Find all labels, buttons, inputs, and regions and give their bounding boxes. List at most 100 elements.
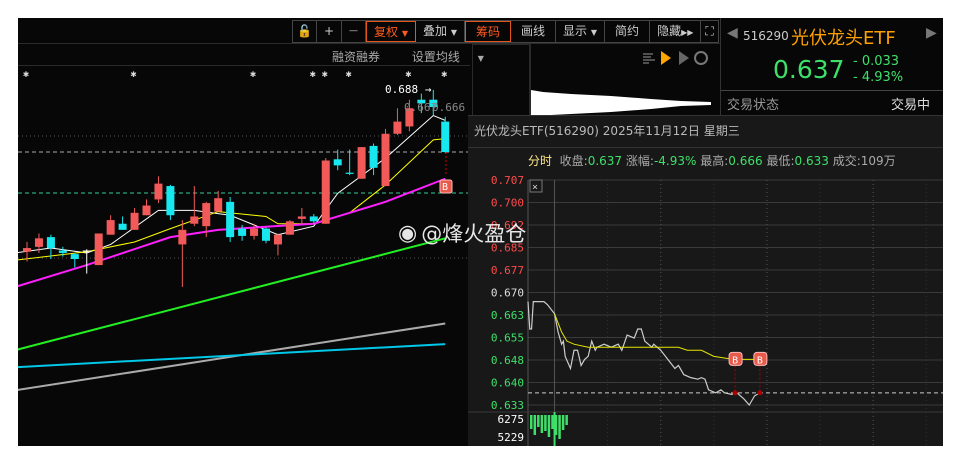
candle-body — [285, 221, 294, 235]
change-label: 涨幅: — [625, 154, 654, 168]
candle-body — [106, 220, 115, 235]
event-marker-icon: ✱ — [310, 69, 316, 80]
candle-body — [118, 223, 127, 230]
volume-bar — [561, 415, 565, 430]
intraday-chart[interactable]: 0.7070.7000.6920.6850.6770.6700.6630.655… — [468, 172, 943, 446]
volume-bar — [551, 415, 554, 429]
tab-intraday[interactable]: 分时 — [528, 154, 552, 168]
stock-name: 光伏龙头ETF — [791, 28, 896, 49]
event-marker-icon: ✱ — [322, 69, 328, 80]
low-label: 最低: — [766, 154, 795, 168]
candle-body — [357, 147, 366, 179]
watermark: ◉ @烽火盈仓 — [398, 218, 526, 248]
stock-app: 🔓 + — 复权 ▼ 叠加 ▼ 筹码 画线 显示 ▼ 简约 隐藏▶▶ ⛶ 融资融… — [18, 18, 943, 446]
trade-status-value: 交易中 — [891, 98, 931, 113]
chip-distribution — [530, 44, 712, 116]
y-tick-label: 0.640 — [491, 377, 524, 390]
y-tick-label: 0.670 — [491, 287, 524, 300]
popup-title: 光伏龙头ETF(516290) 2025年11月12日 星期三 — [474, 124, 740, 138]
intraday-popup: 光伏龙头ETF(516290) 2025年11月12日 星期三 分时 收盘:0.… — [468, 115, 943, 446]
high-label: 最高: — [700, 154, 729, 168]
prev-stock-arrow-icon[interactable]: ◀ — [727, 25, 738, 41]
price-change-pct: - 4.93% — [853, 70, 904, 85]
candle-body — [166, 186, 175, 216]
candle-body — [309, 216, 318, 222]
chips-button[interactable]: 筹码 — [465, 21, 512, 42]
volume-value: 109万 — [860, 154, 896, 168]
volume-bar — [558, 415, 561, 439]
candle-body — [142, 205, 151, 216]
buy-marker-label: B — [442, 182, 448, 193]
chevron-down-icon: ▼ — [590, 28, 598, 37]
play-gray-icon[interactable] — [679, 51, 689, 65]
low-value: 0.633 — [794, 154, 829, 168]
price-label-666: 0.666 — [432, 101, 465, 114]
candle-body — [345, 172, 354, 174]
candle-body — [297, 216, 306, 219]
play-orange-icon[interactable] — [661, 51, 671, 65]
volume-label: 成交: — [832, 154, 861, 168]
change-value: -4.93% — [653, 154, 697, 168]
candle-body — [250, 228, 259, 236]
y-tick-label: 0.677 — [491, 264, 524, 277]
volume-bar — [537, 415, 540, 427]
volume-bar — [547, 415, 551, 437]
next-stock-arrow-icon[interactable]: ▶ — [926, 25, 937, 41]
candle-body — [190, 216, 199, 224]
candle-body — [333, 159, 342, 166]
moving-average-line — [18, 343, 446, 369]
candle-body — [202, 203, 211, 227]
simple-button[interactable]: 简约 — [605, 21, 651, 42]
chip-list-icon[interactable] — [643, 53, 655, 64]
trade-status-label: 交易状态 — [727, 98, 780, 113]
candle-body — [178, 229, 187, 245]
volume-bar — [540, 415, 544, 433]
event-marker-icon: ✱ — [346, 69, 352, 80]
candle-body — [321, 160, 330, 224]
price-change: - 0.033 — [853, 54, 900, 69]
watermark-text: @烽火盈仓 — [421, 222, 527, 246]
candle-body — [226, 201, 235, 238]
fullscreen-button[interactable]: ⛶ — [701, 21, 717, 42]
chip-volume-shape — [531, 90, 711, 116]
candle-body — [381, 133, 390, 187]
candle-body — [214, 198, 223, 212]
candle-body — [23, 248, 31, 252]
draw-line-button[interactable]: 画线 — [511, 21, 557, 42]
candle-body — [238, 228, 247, 236]
display-dropdown[interactable]: 显示 ▼ — [556, 21, 606, 42]
event-marker-icon: ✱ — [250, 69, 256, 80]
double-chevron-right-icon: ▶▶ — [681, 28, 694, 37]
candle-body — [46, 237, 55, 249]
candle-body — [58, 250, 67, 253]
high-value: 0.666 — [728, 154, 763, 168]
volume-bar — [565, 415, 568, 425]
display-label: 显示 — [563, 24, 588, 38]
volume-tick-label: 6275 — [498, 413, 525, 426]
volume-bar — [533, 415, 537, 435]
y-tick-label: 0.633 — [491, 399, 524, 412]
hide-label: 隐藏 — [657, 24, 682, 38]
candle-body — [130, 212, 139, 230]
high-price-label: 0.688 → — [385, 83, 432, 96]
candle-body — [82, 250, 91, 252]
close-x-glyph: × — [532, 182, 538, 193]
gear-icon[interactable] — [694, 51, 708, 65]
weibo-logo-icon: ◉ — [398, 220, 418, 246]
buy-marker-label: B — [757, 355, 763, 366]
y-tick-label: 0.648 — [491, 354, 524, 367]
candle-body — [154, 183, 163, 200]
event-marker-icon: ✱ — [441, 69, 447, 80]
event-marker-icon: ✱ — [131, 69, 137, 80]
chip-panel-left — [472, 44, 530, 116]
candle-body — [393, 121, 402, 134]
buy-marker-label: B — [732, 355, 738, 366]
intraday-summary: 分时 收盘:0.637 涨幅:-4.93% 最高:0.666 最低:0.633 … — [528, 152, 896, 169]
quote-panel: ◀ 516290 光伏龙头ETF ▶ 0.637 - 0.033 - 4.93%… — [720, 18, 943, 118]
candle-body — [94, 233, 103, 266]
candle-body — [34, 238, 43, 247]
intraday-avg-line — [554, 313, 760, 360]
moving-average-line — [18, 138, 446, 261]
hide-button[interactable]: 隐藏▶▶ — [650, 21, 702, 42]
y-tick-label: 0.663 — [491, 309, 524, 322]
